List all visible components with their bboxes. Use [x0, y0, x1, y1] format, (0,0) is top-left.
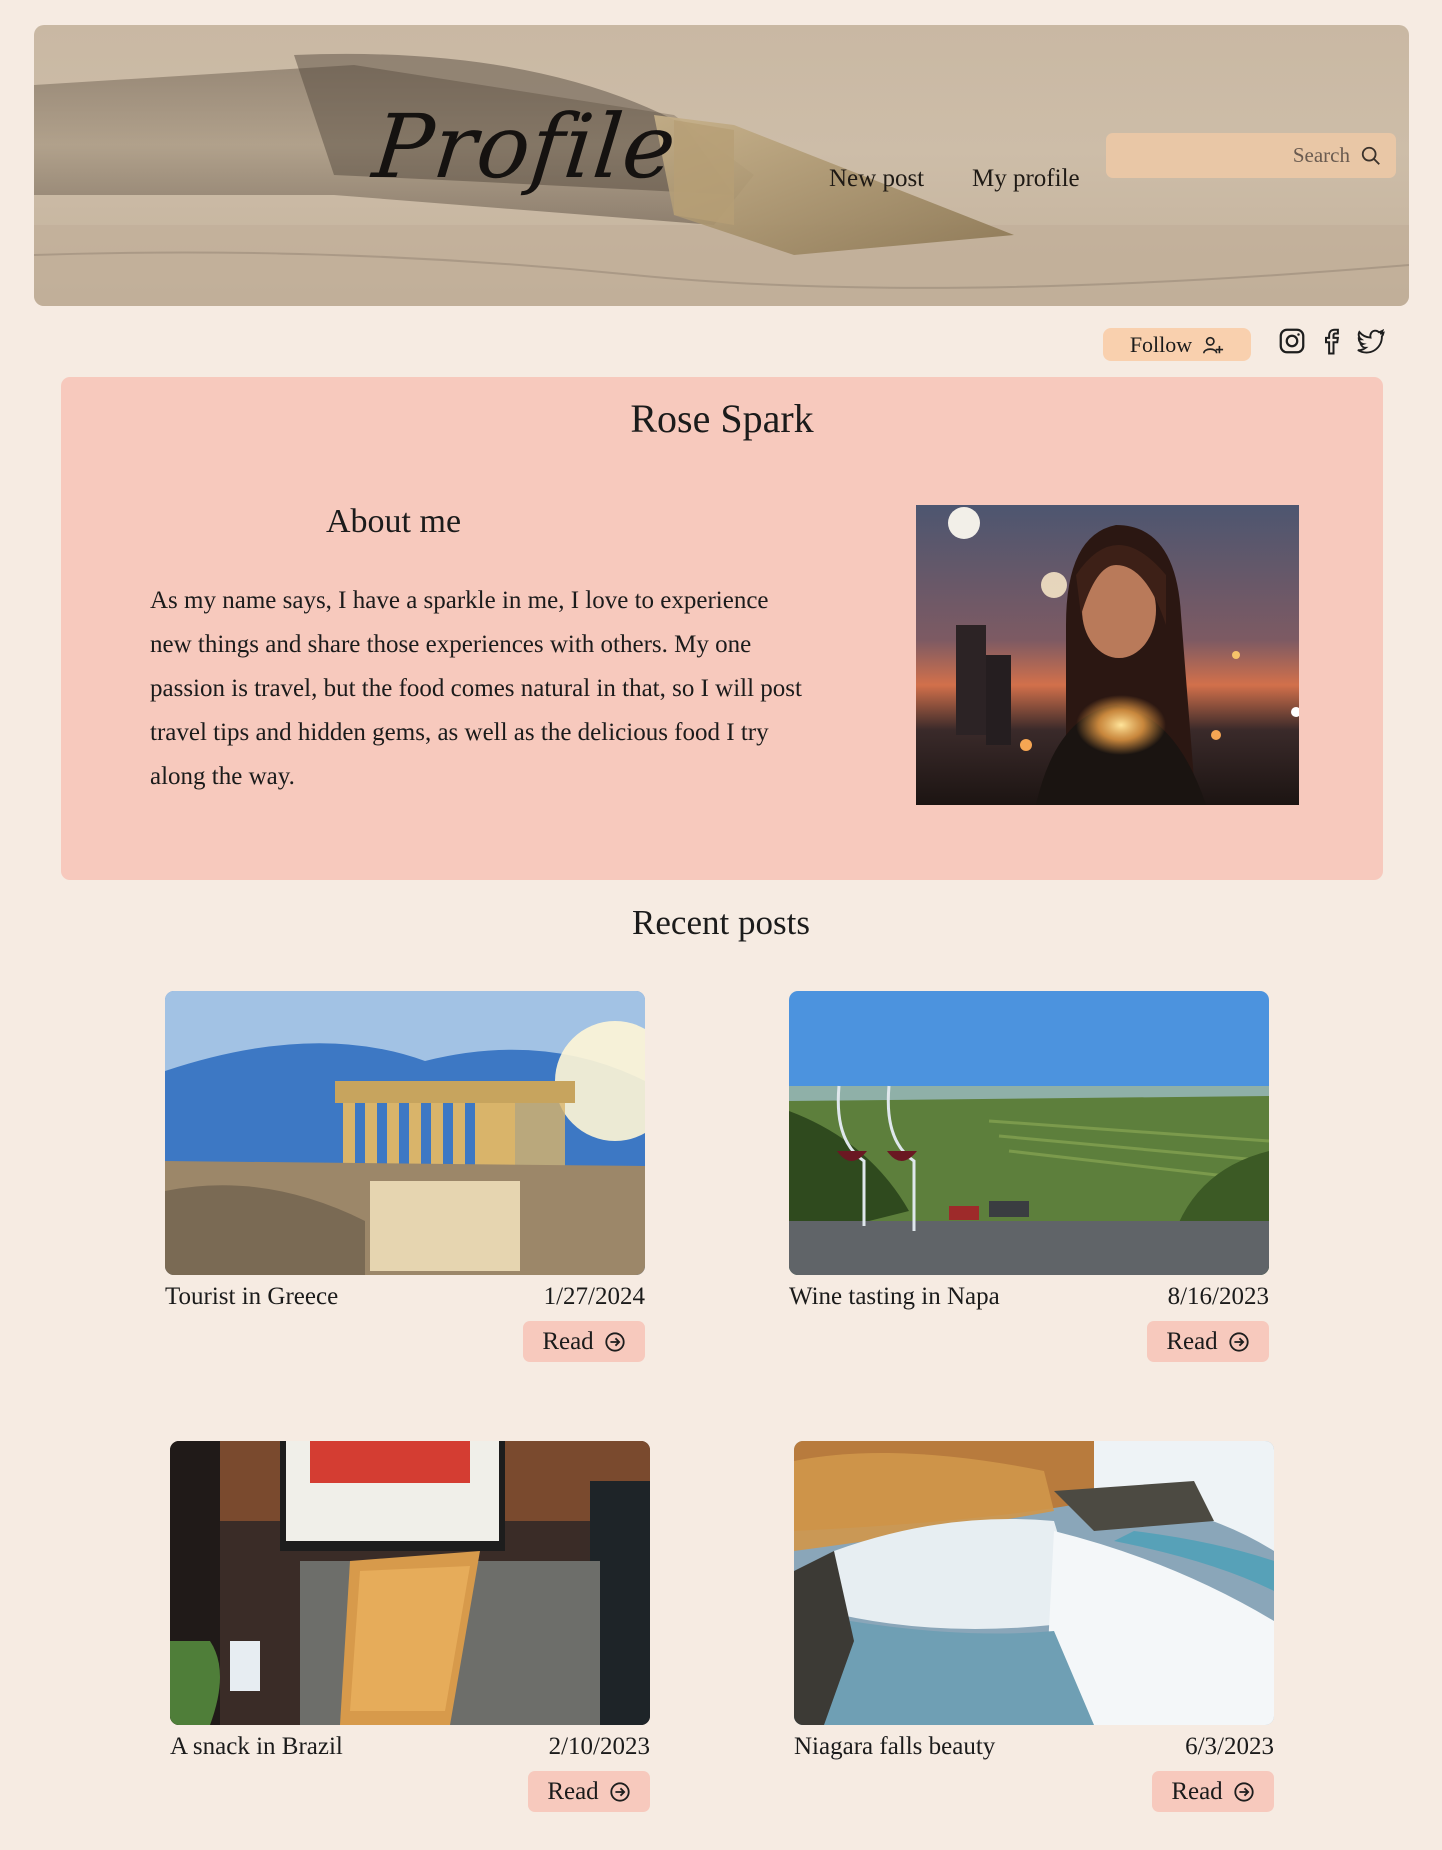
search-bar: [1106, 133, 1396, 178]
read-label: Read: [547, 1777, 599, 1805]
post-card: Wine tasting in Napa 8/16/2023 Read: [789, 991, 1269, 1362]
about-heading: About me: [326, 503, 462, 540]
profile-name: Rose Spark: [630, 396, 814, 441]
post-date: 2/10/2023: [548, 1733, 650, 1760]
about-text: As my name says, I have a sparkle in me,…: [150, 587, 802, 790]
follow-label: Follow: [1129, 331, 1193, 357]
post-date: 8/16/2023: [1167, 1283, 1269, 1310]
post-thumbnail-niagara[interactable]: [794, 1441, 1274, 1725]
nav-new-post[interactable]: New post: [829, 165, 924, 193]
facebook-icon[interactable]: [1316, 326, 1346, 356]
follow-button[interactable]: Follow: [1103, 328, 1251, 361]
profile-photo: [916, 505, 1299, 805]
instagram-icon[interactable]: [1277, 326, 1307, 356]
profile-card: Rose Spark About me As my name says, I h…: [61, 377, 1383, 880]
post-title[interactable]: Wine tasting in Napa: [789, 1283, 1000, 1311]
arrow-circle-right-icon: [605, 1331, 625, 1352]
read-label: Read: [1171, 1777, 1223, 1805]
post-thumbnail-brazil[interactable]: [170, 1441, 650, 1725]
search-icon[interactable]: [1360, 145, 1382, 167]
post-title[interactable]: Tourist in Greece: [165, 1283, 338, 1311]
arrow-circle-right-icon: [610, 1781, 630, 1802]
read-button[interactable]: Read: [523, 1321, 645, 1362]
post-thumbnail-napa[interactable]: [789, 991, 1269, 1275]
read-label: Read: [1166, 1327, 1218, 1355]
post-thumbnail-greece[interactable]: [165, 991, 645, 1275]
nav-my-profile[interactable]: My profile: [972, 165, 1080, 193]
post-date: 1/27/2024: [543, 1283, 645, 1310]
read-label: Read: [542, 1327, 594, 1355]
read-button[interactable]: Read: [1152, 1771, 1274, 1812]
post-card: A snack in Brazil 2/10/2023 Read: [170, 1441, 650, 1812]
search-input[interactable]: [1150, 143, 1350, 168]
post-title[interactable]: A snack in Brazil: [170, 1733, 343, 1761]
twitter-icon[interactable]: [1356, 326, 1386, 356]
arrow-circle-right-icon: [1229, 1331, 1249, 1352]
post-card: Tourist in Greece 1/27/2024 Read: [165, 991, 645, 1362]
read-button[interactable]: Read: [1147, 1321, 1269, 1362]
site-logo[interactable]: Profile: [369, 95, 682, 198]
post-date: 6/3/2023: [1185, 1733, 1274, 1760]
read-button[interactable]: Read: [528, 1771, 650, 1812]
add-user-icon: [1203, 336, 1224, 353]
recent-posts-heading: Recent posts: [632, 903, 810, 942]
header-banner: Profile New post My profile: [34, 25, 1409, 306]
post-title[interactable]: Niagara falls beauty: [794, 1733, 995, 1761]
arrow-circle-right-icon: [1234, 1781, 1254, 1802]
post-card: Niagara falls beauty 6/3/2023 Read: [794, 1441, 1274, 1812]
